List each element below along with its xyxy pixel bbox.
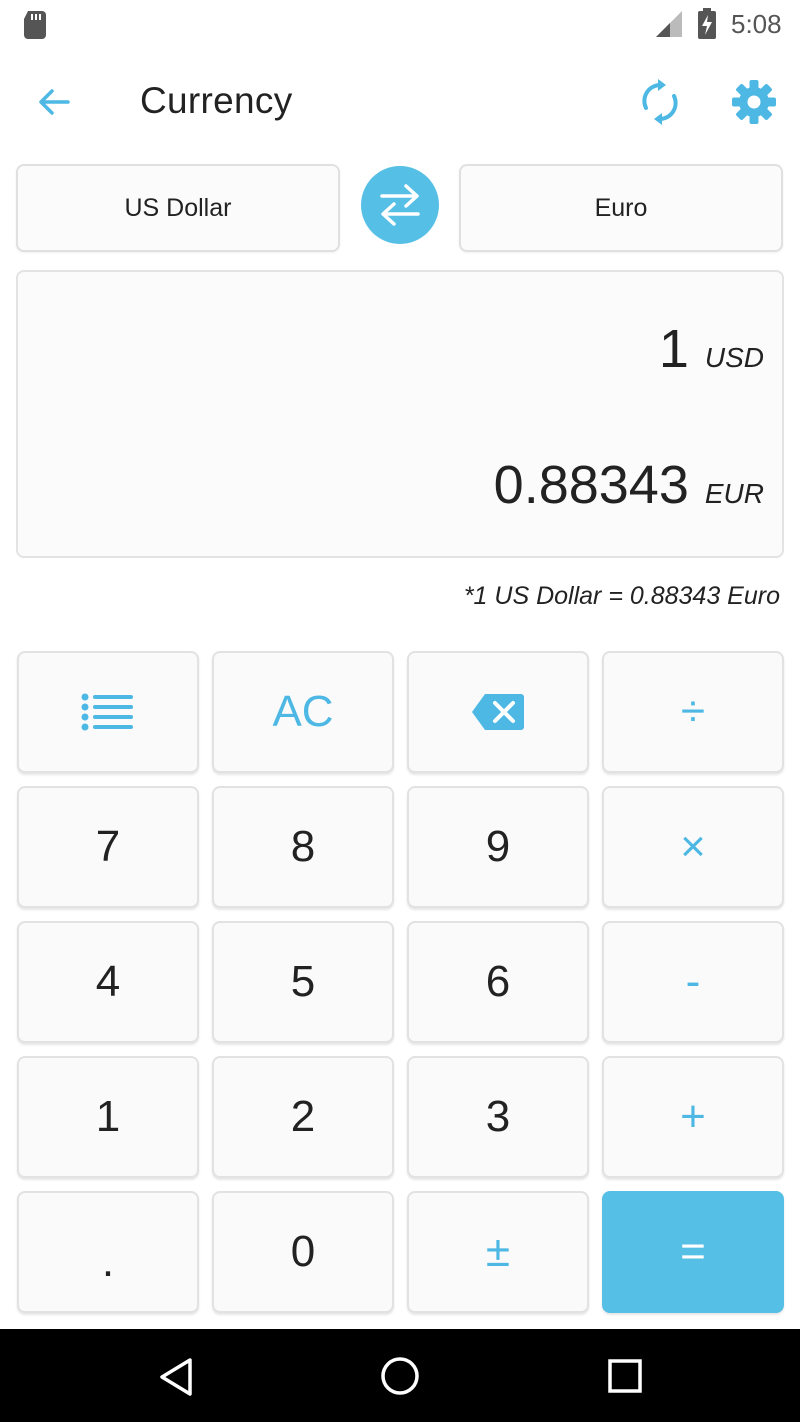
system-nav-bar bbox=[0, 1329, 800, 1422]
digit-1-label: 1 bbox=[95, 1092, 121, 1141]
plus-minus-label: ± bbox=[485, 1227, 511, 1276]
digit-8-button[interactable]: 8 bbox=[212, 786, 394, 908]
swap-arrows-icon bbox=[380, 184, 420, 226]
status-time: 5:08 bbox=[731, 9, 782, 39]
exchange-rate-note: *1 US Dollar = 0.88343 Euro bbox=[463, 582, 780, 610]
minus-label: - bbox=[685, 957, 701, 1006]
minus-button[interactable]: - bbox=[602, 921, 784, 1043]
nav-recents-icon[interactable] bbox=[607, 1358, 643, 1394]
multiply-button[interactable]: × bbox=[602, 786, 784, 908]
status-bar: 5:08 bbox=[0, 0, 800, 50]
input-currency-code: USD bbox=[704, 342, 764, 373]
plus-minus-button[interactable]: ± bbox=[407, 1191, 589, 1313]
battery-charging-icon bbox=[698, 8, 716, 39]
signal-icon bbox=[656, 11, 682, 37]
multiply-label: × bbox=[680, 822, 706, 871]
nav-back-icon[interactable] bbox=[158, 1357, 194, 1397]
output-amount: 0.88343 bbox=[493, 455, 689, 515]
app-header: Currency bbox=[0, 50, 800, 155]
digit-6-label: 6 bbox=[485, 957, 511, 1006]
page-title: Currency bbox=[140, 80, 293, 121]
divide-label: ÷ bbox=[680, 687, 706, 736]
nav-home-icon[interactable] bbox=[380, 1356, 420, 1396]
divide-button[interactable]: ÷ bbox=[602, 651, 784, 773]
digit-4-label: 4 bbox=[95, 957, 121, 1006]
swap-currencies-button[interactable] bbox=[361, 166, 439, 244]
conversion-display: 1 USD 0.88343 EUR bbox=[16, 270, 784, 558]
backspace-button[interactable] bbox=[407, 651, 589, 773]
back-arrow-icon[interactable] bbox=[32, 80, 76, 124]
plus-button[interactable]: + bbox=[602, 1056, 784, 1178]
backspace-icon bbox=[472, 694, 524, 730]
input-amount-row[interactable]: 1 USD bbox=[659, 318, 764, 380]
digit-0-button[interactable]: 0 bbox=[212, 1191, 394, 1313]
digit-6-button[interactable]: 6 bbox=[407, 921, 589, 1043]
from-currency-button[interactable]: US Dollar bbox=[16, 164, 340, 252]
digit-9-label: 9 bbox=[485, 822, 511, 871]
refresh-icon[interactable] bbox=[638, 78, 682, 126]
digit-1-button[interactable]: 1 bbox=[17, 1056, 199, 1178]
digit-5-button[interactable]: 5 bbox=[212, 921, 394, 1043]
digit-3-button[interactable]: 3 bbox=[407, 1056, 589, 1178]
all-clear-button[interactable]: AC bbox=[212, 651, 394, 773]
sd-card-icon bbox=[24, 11, 46, 39]
output-amount-row[interactable]: 0.88343 EUR bbox=[494, 454, 764, 516]
plus-label: + bbox=[680, 1092, 706, 1141]
digit-3-label: 3 bbox=[485, 1092, 511, 1141]
digit-0-label: 0 bbox=[290, 1227, 316, 1276]
equals-button[interactable]: = bbox=[602, 1191, 784, 1313]
input-amount: 1 bbox=[658, 319, 689, 379]
list-icon bbox=[81, 693, 133, 731]
all-clear-label: AC bbox=[272, 687, 334, 736]
equals-label: = bbox=[680, 1227, 706, 1276]
decimal-point-button[interactable]: . bbox=[17, 1191, 199, 1313]
digit-7-button[interactable]: 7 bbox=[17, 786, 199, 908]
output-currency-code: EUR bbox=[704, 478, 764, 509]
digit-8-label: 8 bbox=[290, 822, 316, 871]
digit-7-label: 7 bbox=[95, 822, 121, 871]
digit-2-button[interactable]: 2 bbox=[212, 1056, 394, 1178]
digit-4-button[interactable]: 4 bbox=[17, 921, 199, 1043]
from-currency-label: US Dollar bbox=[124, 193, 232, 222]
currency-list-button[interactable] bbox=[17, 651, 199, 773]
gear-icon[interactable] bbox=[730, 78, 778, 126]
digit-5-label: 5 bbox=[290, 957, 316, 1006]
digit-9-button[interactable]: 9 bbox=[407, 786, 589, 908]
decimal-point-label: . bbox=[101, 1237, 115, 1286]
to-currency-button[interactable]: Euro bbox=[459, 164, 783, 252]
digit-2-label: 2 bbox=[290, 1092, 316, 1141]
to-currency-label: Euro bbox=[594, 193, 648, 222]
